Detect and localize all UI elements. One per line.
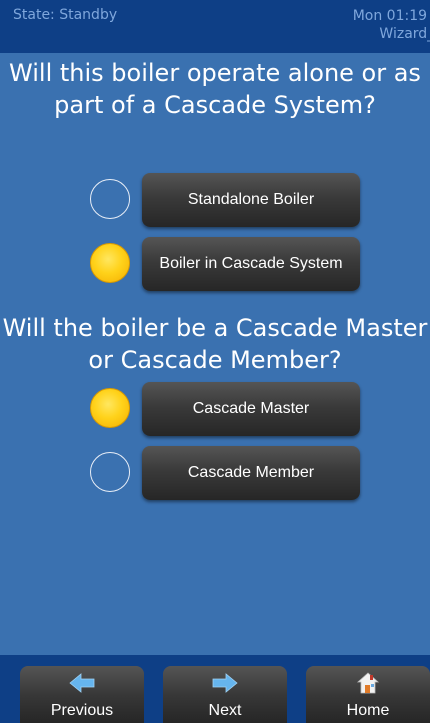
- home-button[interactable]: Home: [306, 666, 430, 723]
- arrow-right-icon: [212, 673, 238, 693]
- status-info: Mon 01:19 PM Wizard_03: [322, 7, 430, 43]
- radio-cascade-member[interactable]: [90, 452, 130, 492]
- status-state: State: Standby: [13, 7, 118, 23]
- question-cascade-role: Will the boiler be a Cascade Master or C…: [2, 314, 428, 374]
- radio-boiler-in-cascade[interactable]: [90, 243, 130, 283]
- status-datetime: Mon 01:19 PM: [352, 8, 430, 24]
- radio-standalone-boiler[interactable]: [90, 179, 130, 219]
- home-label: Home: [346, 702, 390, 719]
- option-row-standalone: Standalone Boiler: [90, 173, 360, 227]
- next-button[interactable]: Next: [163, 666, 287, 723]
- next-label: Next: [208, 702, 242, 719]
- cascade-master-button[interactable]: Cascade Master: [142, 382, 360, 436]
- cascade-member-button[interactable]: Cascade Member: [142, 446, 360, 500]
- standalone-boiler-button[interactable]: Standalone Boiler: [142, 173, 360, 227]
- option-row-cascade-member: Cascade Member: [90, 446, 360, 500]
- bottom-nav-bar: Previous Next Home: [0, 655, 430, 723]
- question-operation-mode: Will this boiler operate alone or as par…: [9, 59, 421, 119]
- option-row-cascade-system: Boiler in Cascade System: [90, 237, 360, 291]
- previous-button[interactable]: Previous: [20, 666, 144, 723]
- arrow-left-icon: [69, 673, 95, 693]
- option-row-cascade-master: Cascade Master: [90, 382, 360, 436]
- previous-label: Previous: [50, 702, 114, 719]
- radio-cascade-master[interactable]: [90, 388, 130, 428]
- boiler-in-cascade-button[interactable]: Boiler in Cascade System: [142, 237, 360, 291]
- home-icon: [356, 672, 380, 694]
- status-bar: State: Standby Mon 01:19 PM Wizard_03: [0, 0, 430, 53]
- status-screen-id: Wizard_03: [379, 26, 430, 42]
